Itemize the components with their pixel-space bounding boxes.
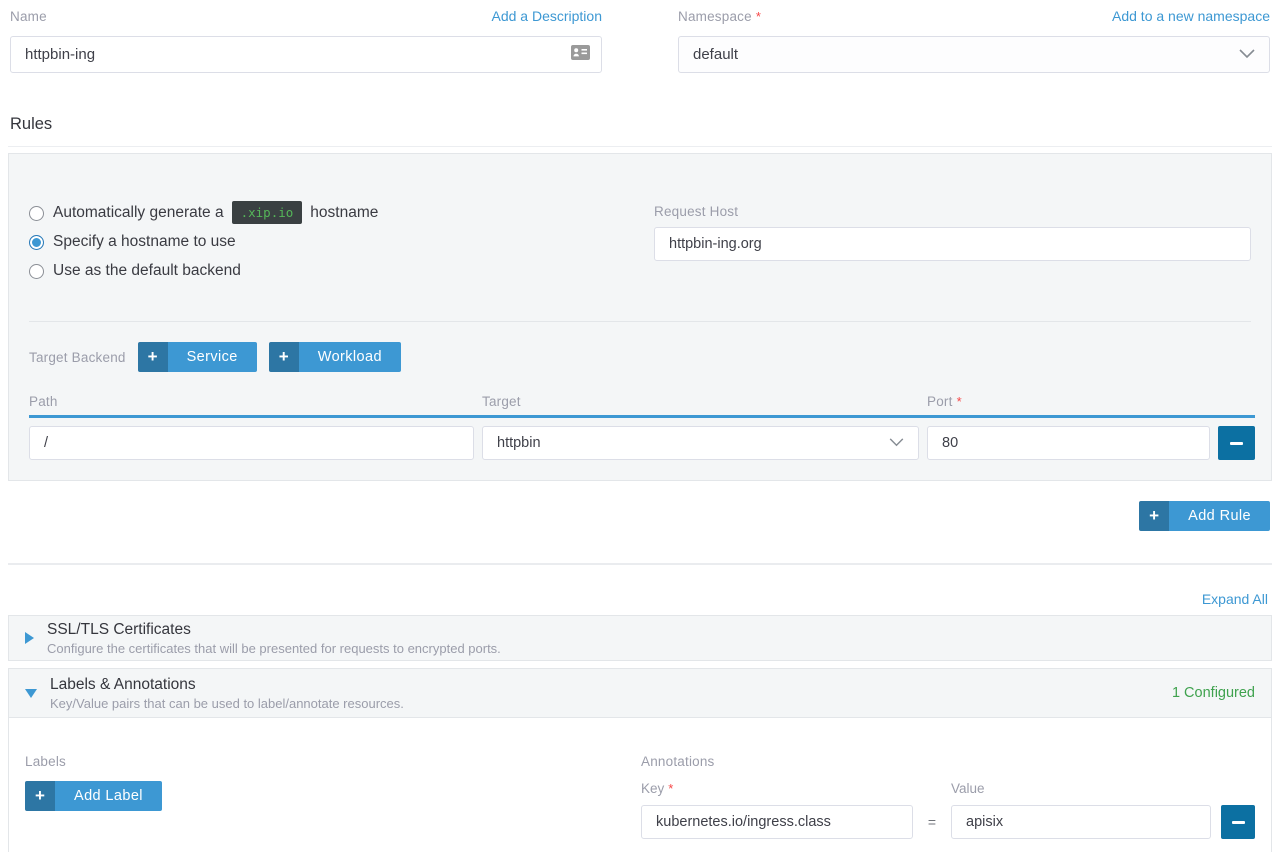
target-backend-row: Target Backend + Service + Workload bbox=[29, 342, 1257, 372]
add-description-link[interactable]: Add a Description bbox=[491, 8, 602, 24]
caret-right-icon bbox=[25, 632, 34, 644]
radio-button-icon[interactable] bbox=[29, 264, 44, 279]
expand-all-link[interactable]: Expand All bbox=[1202, 591, 1268, 607]
namespace-select[interactable]: default bbox=[678, 36, 1270, 73]
rule-path-row: httpbin bbox=[29, 426, 1255, 460]
address-card-icon[interactable] bbox=[571, 45, 590, 65]
request-host-label: Request Host bbox=[654, 204, 1251, 219]
add-service-button[interactable]: + Service bbox=[138, 342, 257, 372]
add-workload-button[interactable]: + Workload bbox=[269, 342, 401, 372]
add-namespace-link[interactable]: Add to a new namespace bbox=[1112, 8, 1270, 24]
namespace-required-marker: * bbox=[756, 9, 761, 24]
target-backend-label: Target Backend bbox=[29, 350, 126, 365]
add-label-button-label: Add Label bbox=[55, 781, 162, 811]
add-rule-button-label: Add Rule bbox=[1169, 501, 1270, 531]
labels-accordion-subtitle: Key/Value pairs that can be used to labe… bbox=[50, 696, 1172, 711]
radio-auto-generate-hostname[interactable]: Automatically generate a.xip.iohostname bbox=[29, 204, 626, 222]
namespace-selected-value: default bbox=[693, 46, 738, 63]
rules-divider bbox=[8, 146, 1272, 147]
section-divider bbox=[8, 563, 1272, 565]
add-label-button[interactable]: + Add Label bbox=[25, 781, 162, 811]
add-workload-button-label: Workload bbox=[299, 342, 401, 372]
labels-column: Labels + Add Label bbox=[25, 754, 621, 852]
xipio-badge: .xip.io bbox=[232, 201, 303, 224]
path-column-header: Path bbox=[29, 394, 474, 409]
plus-icon: + bbox=[25, 781, 55, 811]
ssl-accordion-title: SSL/TLS Certificates bbox=[47, 621, 1255, 639]
radio-button-checked-icon[interactable] bbox=[29, 235, 44, 250]
target-column-header: Target bbox=[482, 394, 919, 409]
path-input[interactable] bbox=[29, 426, 474, 460]
port-input[interactable] bbox=[927, 426, 1210, 460]
annotation-value-input[interactable] bbox=[951, 805, 1211, 839]
add-service-button-label: Service bbox=[168, 342, 257, 372]
plus-icon: + bbox=[1139, 501, 1169, 531]
annotations-column: Annotations Key* Value = ProTip: Paste l… bbox=[641, 754, 1255, 852]
rules-section-title: Rules bbox=[10, 115, 1270, 134]
minus-icon bbox=[1230, 442, 1243, 445]
name-field-group: Name Add a Description bbox=[10, 8, 602, 73]
remove-annotation-button[interactable] bbox=[1221, 805, 1255, 839]
radio-specify-label: Specify a hostname to use bbox=[53, 233, 236, 251]
chevron-down-icon bbox=[889, 435, 904, 451]
plus-icon: + bbox=[138, 342, 168, 372]
add-rule-button[interactable]: + Add Rule bbox=[1139, 501, 1270, 531]
hostname-mode-radio-group: Automatically generate a.xip.iohostname … bbox=[29, 204, 626, 291]
radio-default-backend[interactable]: Use as the default backend bbox=[29, 262, 626, 280]
chevron-down-icon bbox=[1239, 46, 1255, 63]
equals-sign: = bbox=[923, 814, 941, 830]
rule-inner-divider bbox=[29, 321, 1251, 322]
labels-accordion-title: Labels & Annotations bbox=[50, 676, 1172, 694]
header-section: Name Add a Description Namespace* Add to… bbox=[0, 8, 1280, 73]
labels-label: Labels bbox=[25, 754, 621, 769]
name-input[interactable] bbox=[10, 36, 602, 73]
labels-annotations-content: Labels + Add Label Annotations Key* Valu… bbox=[8, 718, 1272, 852]
port-required-marker: * bbox=[957, 394, 962, 409]
key-required-marker: * bbox=[668, 781, 673, 796]
annotation-value-label: Value bbox=[951, 781, 1211, 796]
request-host-input[interactable] bbox=[654, 227, 1251, 261]
ssl-accordion-subtitle: Configure the certificates that will be … bbox=[47, 641, 1255, 656]
annotations-label: Annotations bbox=[641, 754, 1255, 769]
radio-default-label: Use as the default backend bbox=[53, 262, 241, 280]
namespace-label: Namespace* bbox=[678, 9, 761, 24]
minus-icon bbox=[1232, 821, 1245, 824]
caret-down-icon bbox=[25, 689, 37, 698]
table-header-underline bbox=[29, 415, 1255, 418]
request-host-group: Request Host bbox=[654, 204, 1251, 291]
target-selected-value: httpbin bbox=[497, 435, 541, 451]
target-select[interactable]: httpbin bbox=[482, 426, 919, 460]
add-rule-row: + Add Rule bbox=[10, 501, 1270, 531]
annotation-key-label: Key* bbox=[641, 781, 913, 796]
plus-icon: + bbox=[269, 342, 299, 372]
radio-specify-hostname[interactable]: Specify a hostname to use bbox=[29, 233, 626, 251]
configured-count-badge: 1 Configured bbox=[1172, 685, 1255, 701]
annotation-key-input[interactable] bbox=[641, 805, 913, 839]
remove-path-button[interactable] bbox=[1218, 426, 1255, 460]
port-column-header: Port* bbox=[927, 394, 1210, 409]
labels-annotations-accordion[interactable]: Labels & Annotations Key/Value pairs tha… bbox=[8, 668, 1272, 718]
name-label: Name bbox=[10, 9, 47, 24]
ssl-certificates-accordion[interactable]: SSL/TLS Certificates Configure the certi… bbox=[8, 615, 1272, 661]
radio-button-icon[interactable] bbox=[29, 206, 44, 221]
radio-auto-label: Automatically generate a.xip.iohostname bbox=[53, 204, 378, 222]
rule-table-header: Path Target Port* bbox=[29, 394, 1255, 409]
rule-editor-panel: Automatically generate a.xip.iohostname … bbox=[8, 153, 1272, 481]
namespace-field-group: Namespace* Add to a new namespace defaul… bbox=[678, 8, 1270, 73]
rule-paths-table: Path Target Port* httpbin bbox=[23, 394, 1257, 460]
